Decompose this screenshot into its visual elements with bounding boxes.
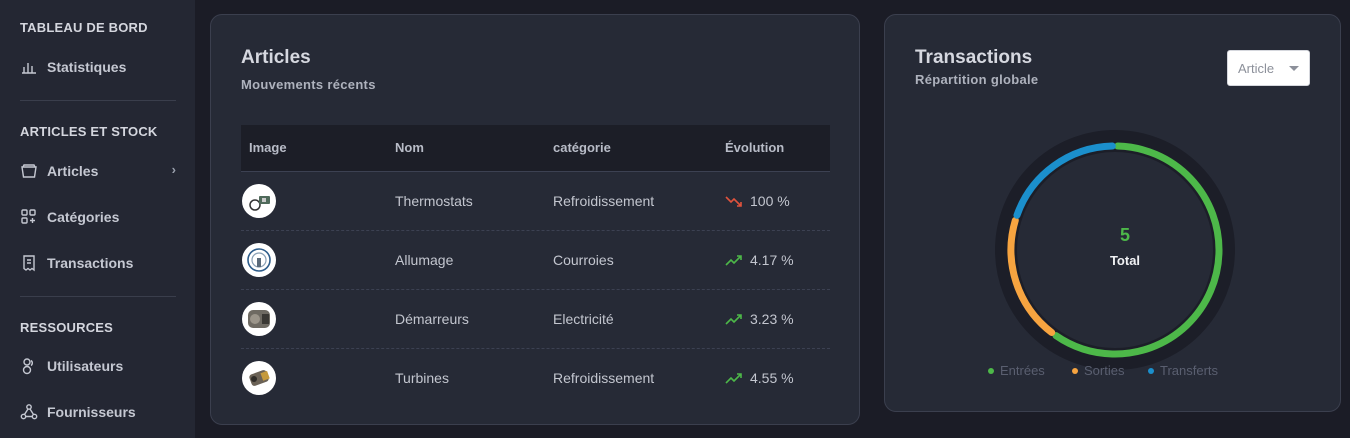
section-title-articles-stock: ARTICLES ET STOCK: [20, 124, 158, 139]
transactions-donut-chart: [995, 130, 1235, 370]
sidebar-item-statistiques[interactable]: Statistiques: [20, 55, 180, 79]
article-category: Electricité: [553, 311, 614, 327]
column-header: Évolution: [725, 140, 785, 155]
sidebar-item-label: Utilisateurs: [47, 358, 124, 374]
legend-dot: [1148, 367, 1154, 374]
starter-thumbnail: [242, 302, 276, 336]
evolution-text: 100 %: [750, 193, 790, 209]
sidebar-divider: [20, 100, 176, 101]
article-name: Allumage: [395, 252, 454, 268]
table-row[interactable]: Thermostats Refroidissement 100 %: [241, 171, 830, 230]
legend-label: Transferts: [1160, 363, 1219, 378]
sidebar-item-label: Articles: [47, 163, 99, 179]
table-header: Image Nom catégorie Évolution: [241, 125, 830, 171]
table-row[interactable]: Allumage Courroies 4.17 %: [241, 230, 830, 289]
basket-icon: [21, 164, 37, 178]
articles-card: Articles Mouvements récents Image Nom ca…: [210, 14, 860, 425]
receipt-icon: [23, 255, 35, 272]
dropdown-value: Article: [1238, 60, 1275, 76]
supplier-network-icon: [20, 404, 38, 420]
legend-dot: [988, 367, 994, 374]
evolution-text: 4.17 %: [750, 252, 794, 268]
article-name: Turbines: [395, 370, 449, 386]
thermostat-thumbnail: [242, 184, 276, 218]
article-category: Courroies: [553, 252, 614, 268]
category-icon: [21, 209, 36, 224]
sidebar-item-articles[interactable]: Articles ›: [20, 159, 180, 183]
trend-down-icon: [725, 196, 742, 207]
sidebar-item-label: Transactions: [47, 255, 134, 271]
article-name: Démarreurs: [395, 311, 469, 327]
legend-item-entrees[interactable]: Entrées: [988, 363, 1045, 378]
donut-total-value: 5: [1119, 225, 1130, 245]
card-title: Articles: [241, 47, 311, 68]
donut-track: [995, 130, 1235, 370]
evolution-value: 4.17 %: [725, 252, 794, 268]
article-name: Thermostats: [395, 193, 473, 209]
column-header: Nom: [395, 140, 424, 155]
legend-label: Entrées: [1000, 363, 1045, 378]
transactions-card: Transactions Répartition globale Article…: [884, 14, 1341, 412]
trend-up-icon: [725, 373, 742, 384]
evolution-text: 3.23 %: [750, 311, 794, 327]
table-row[interactable]: Turbines Refroidissement 4.55 %: [241, 348, 830, 407]
evolution-value: 100 %: [725, 193, 790, 209]
table-row[interactable]: Démarreurs Electricité 3.23 %: [241, 289, 830, 348]
turbine-thumbnail: [242, 361, 276, 395]
article-category: Refroidissement: [553, 193, 655, 209]
chevron-right-icon: ›: [171, 162, 176, 177]
section-title-dashboard: TABLEAU DE BORD: [20, 20, 148, 35]
donut-total-label: Total: [1109, 253, 1141, 268]
legend-label: Sorties: [1084, 363, 1125, 378]
card-subtitle: Répartition globale: [915, 72, 1039, 87]
legend-item-transferts[interactable]: Transferts: [1148, 363, 1218, 378]
column-header: Image: [249, 140, 287, 155]
card-subtitle: Mouvements récents: [241, 77, 376, 92]
sidebar-divider: [20, 296, 176, 297]
article-category: Refroidissement: [553, 370, 655, 386]
transaction-type-dropdown[interactable]: Article: [1227, 50, 1310, 86]
sidebar-item-categories[interactable]: Catégories: [20, 205, 180, 229]
card-title: Transactions: [915, 47, 1033, 68]
sidebar: TABLEAU DE BORD Statistiques ARTICLES ET…: [0, 0, 195, 438]
evolution-value: 3.23 %: [725, 311, 794, 327]
evolution-value: 4.55 %: [725, 370, 794, 386]
sidebar-item-label: Catégories: [47, 209, 120, 225]
sidebar-item-utilisateurs[interactable]: Utilisateurs: [20, 354, 180, 378]
column-header: catégorie: [553, 140, 611, 155]
evolution-text: 4.55 %: [750, 370, 794, 386]
legend-item-sorties[interactable]: Sorties: [1072, 363, 1124, 378]
sidebar-item-label: Statistiques: [47, 59, 127, 75]
section-title-ressources: RESSOURCES: [20, 320, 114, 335]
caret-down-icon: [1289, 66, 1299, 71]
trend-up-icon: [725, 255, 742, 266]
bar-chart-icon: [22, 63, 36, 74]
sidebar-item-transactions[interactable]: Transactions: [20, 251, 180, 275]
sidebar-item-label: Fournisseurs: [47, 404, 136, 420]
trend-up-icon: [725, 314, 742, 325]
sidebar-item-fournisseurs[interactable]: Fournisseurs: [20, 400, 180, 424]
ignition-thumbnail: [242, 243, 276, 277]
legend-dot: [1072, 367, 1078, 374]
users-icon: [22, 358, 33, 375]
